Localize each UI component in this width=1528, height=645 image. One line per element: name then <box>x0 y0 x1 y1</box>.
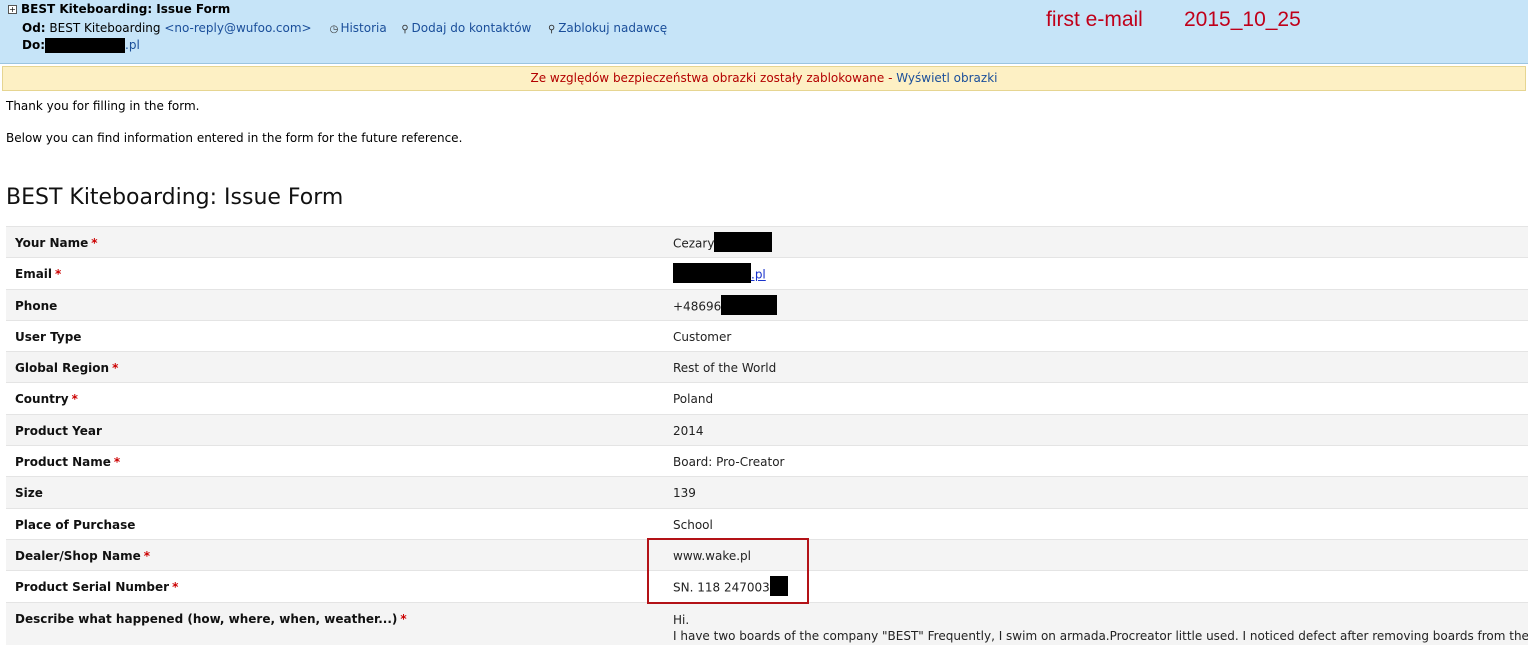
required-mark: * <box>112 361 119 376</box>
intro-text-1: Thank you for filling in the form. <box>6 99 200 113</box>
required-mark: * <box>172 580 179 595</box>
form-title: BEST Kiteboarding: Issue Form <box>6 185 344 210</box>
field-value: Rest of the World <box>673 361 777 376</box>
email-header: + BEST Kiteboarding: Issue Form Od: BEST … <box>0 0 1528 64</box>
table-row: Email * .pl <box>6 257 1528 289</box>
required-mark: * <box>143 548 151 563</box>
required-mark: * <box>71 392 78 407</box>
field-label: Place of Purchase <box>15 517 136 532</box>
field-label: Dealer/Shop Name <box>15 548 141 563</box>
clock-icon: ◷ <box>329 24 339 35</box>
field-label: User Type <box>15 329 82 344</box>
email-subject: BEST Kiteboarding: Issue Form <box>21 2 231 16</box>
required-mark: * <box>400 611 407 626</box>
person-block-icon: ⚲ <box>548 24 556 35</box>
table-row: Phone +48696 <box>6 288 1528 320</box>
table-row: Country * Poland <box>6 382 1528 414</box>
table-row: Place of Purchase School <box>6 507 1528 539</box>
field-label: Describe what happened (how, where, when… <box>15 611 398 626</box>
table-row: Your Name * Cezary <box>6 226 1528 258</box>
intro-text-2: Below you can find information entered i… <box>6 131 463 145</box>
to-row: Do: .pl <box>22 38 140 53</box>
field-value: School <box>673 517 713 532</box>
required-mark: * <box>91 236 98 250</box>
blocked-images-warning: Ze względów bezpieczeństwa obrazki zosta… <box>530 71 893 85</box>
table-row: Size 139 <box>6 476 1528 508</box>
field-value-line-2: I have two boards of the company "BEST" … <box>673 628 1528 643</box>
history-link[interactable]: ◷ Historia <box>329 21 387 35</box>
from-row: Od: BEST Kiteboarding <no-reply@wufoo.co… <box>22 21 667 35</box>
field-value: 2014 <box>673 423 704 438</box>
field-label: Product Serial Number <box>15 580 170 595</box>
subject-row: + BEST Kiteboarding: Issue Form <box>8 2 230 16</box>
field-value-line-1: Hi. <box>673 612 690 627</box>
table-row: Describe what happened (how, where, when… <box>6 601 1528 645</box>
table-row: Product Year 2014 <box>6 413 1528 446</box>
field-label: Product Name <box>15 455 111 470</box>
field-label: Global Region <box>15 361 110 376</box>
field-label: Country <box>15 392 69 407</box>
table-row: User Type Customer <box>6 319 1528 352</box>
field-value: +48696 <box>673 299 722 314</box>
person-add-icon: ⚲ <box>401 24 409 35</box>
show-images-link[interactable]: Wyświetl obrazki <box>896 71 997 85</box>
table-row: Global Region * Rest of the World <box>6 351 1528 383</box>
add-contact-link[interactable]: ⚲ Dodaj do kontaktów <box>401 21 531 35</box>
field-value: 139 <box>673 486 696 501</box>
redaction-box <box>45 38 126 53</box>
field-label: Your Name <box>15 236 89 250</box>
annotation-highlight-box <box>647 538 809 604</box>
field-label: Size <box>15 486 43 501</box>
from-label: Od: <box>22 21 46 35</box>
expand-icon[interactable]: + <box>8 5 17 14</box>
block-sender-link[interactable]: ⚲ Zablokuj nadawcę <box>547 21 667 35</box>
field-label: Phone <box>15 298 58 313</box>
field-label: Email <box>15 267 53 282</box>
field-value: Customer <box>673 329 732 344</box>
redaction-box <box>721 294 778 315</box>
blocked-images-bar: Ze względów bezpieczeństwa obrazki zosta… <box>2 66 1526 91</box>
recipient-suffix[interactable]: .pl <box>125 38 140 52</box>
sender-address[interactable]: <no-reply@wufoo.com> <box>164 21 311 35</box>
to-label: Do: <box>22 38 46 52</box>
field-value: Poland <box>673 392 714 407</box>
annotation-first-email: first e-mail <box>1046 8 1143 31</box>
redaction-box <box>673 263 751 284</box>
redaction-box <box>714 232 773 252</box>
required-mark: * <box>113 455 121 470</box>
table-row: Product Name * Board: Pro-Creator <box>6 445 1528 477</box>
field-label: Product Year <box>15 423 102 438</box>
field-value: Cezary <box>673 236 715 251</box>
email-value-link[interactable]: .pl <box>751 268 766 282</box>
required-mark: * <box>55 267 62 282</box>
annotation-date: 2015_10_25 <box>1184 8 1301 31</box>
sender-name: BEST Kiteboarding <box>49 21 161 35</box>
field-value: Board: Pro-Creator <box>673 455 785 470</box>
